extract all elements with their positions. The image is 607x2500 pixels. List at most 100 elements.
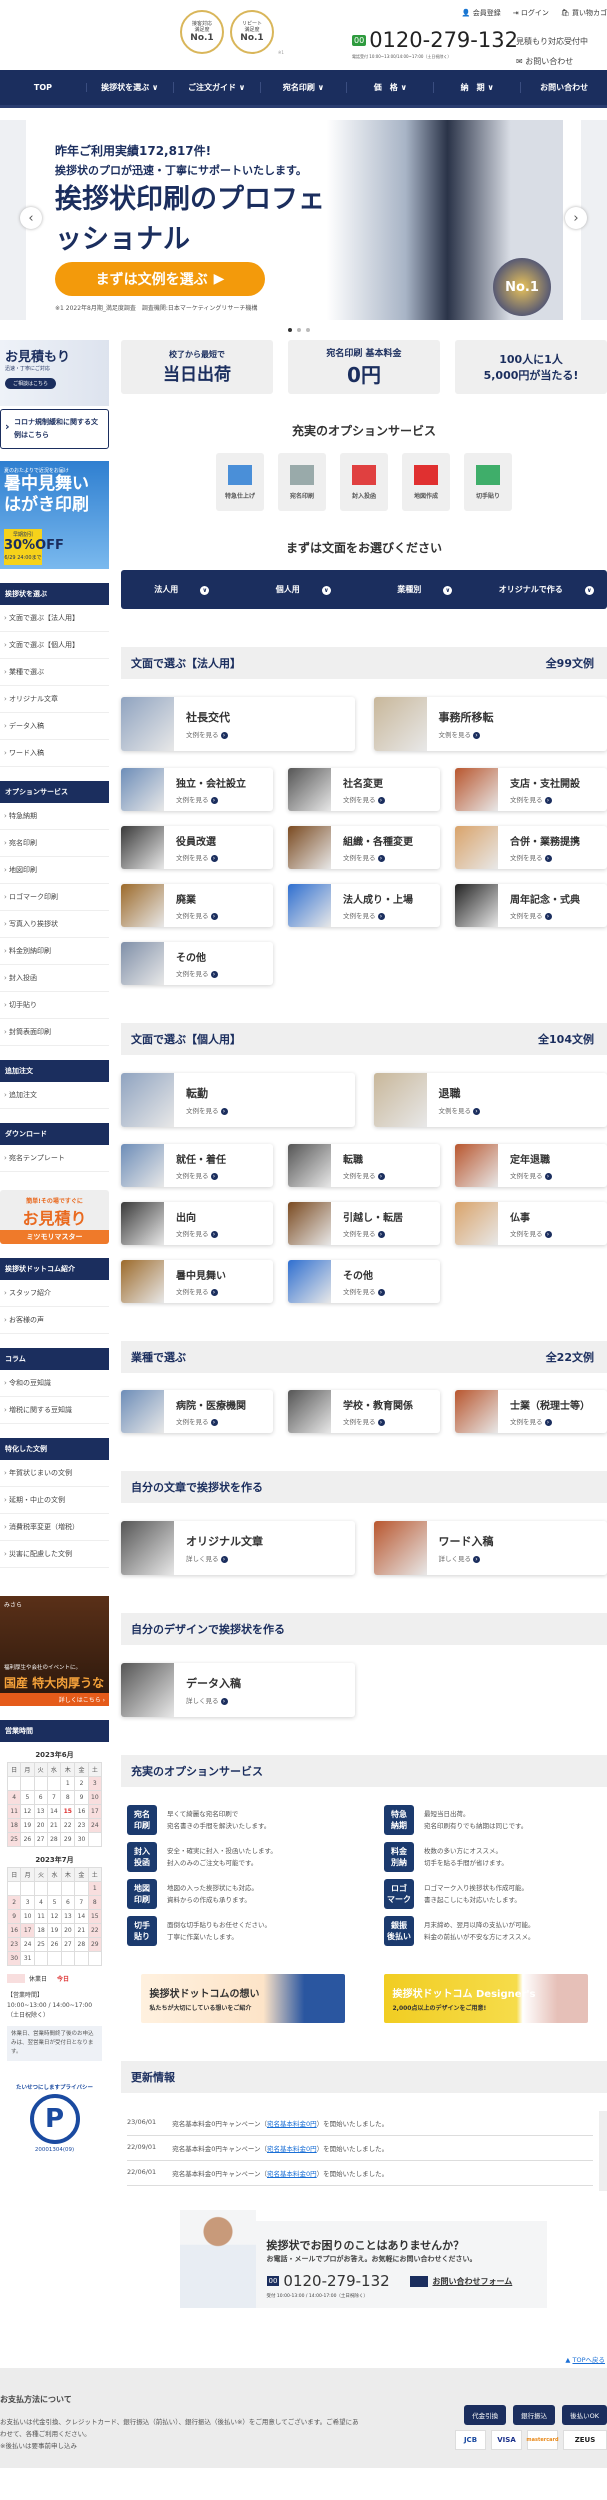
example-card[interactable]: 暑中見舞い 文例を見る xyxy=(121,1260,273,1303)
card-link[interactable]: 文例を見る xyxy=(343,1228,403,1238)
option-address-print[interactable]: 宛名印刷 xyxy=(278,453,326,511)
service-item[interactable]: 切手 貼り 面倒な切手貼りもお任せください。 丁寧に作業いたします。 xyxy=(127,1916,344,1946)
example-card[interactable]: 引越し・転居 文例を見る xyxy=(288,1202,440,1245)
example-card[interactable]: 組織・各種変更 文例を見る xyxy=(288,826,440,869)
card-link[interactable]: 文例を見る xyxy=(343,794,385,804)
tab-corporate[interactable]: 法人用 ∨ xyxy=(121,584,243,595)
sidebar-item[interactable]: 特急納期 xyxy=(0,803,109,830)
choose-example-button[interactable]: まずは文例を選ぶ ▶ xyxy=(55,262,265,296)
mitsumori-banner[interactable]: 簡単!その場ですぐに お見積り ミツモリマスター xyxy=(0,1190,109,1244)
chevron-right-icon[interactable]: › xyxy=(565,207,587,229)
sidebar-item[interactable]: 令和の豆知識 xyxy=(0,1370,109,1397)
register-link[interactable]: 👤 会員登録 xyxy=(462,8,501,18)
sidebar-item[interactable]: 封入投函 xyxy=(0,965,109,992)
covid-link[interactable]: コロナ規制緩和に関する文例はこちら xyxy=(0,409,109,449)
card-link[interactable]: 文例を見る xyxy=(186,729,230,739)
card-link[interactable]: 文例を見る xyxy=(176,1416,246,1426)
example-card[interactable]: 周年記念・式典 文例を見る xyxy=(455,884,607,927)
summer-banner[interactable]: 夏のおたよりで近況をお届け 暑中見舞いはがき印刷 早期割引 30%OFF 6/29 24… xyxy=(0,461,109,569)
example-card[interactable]: 事務所移転 文例を見る xyxy=(373,697,607,751)
card-link[interactable]: 文例を見る xyxy=(510,1228,552,1238)
card-link[interactable]: 文例を見る xyxy=(176,910,218,920)
sidebar-item[interactable]: 延期・中止の文例 xyxy=(0,1487,109,1514)
example-card[interactable]: 独立・会社設立 文例を見る xyxy=(121,768,273,811)
example-card[interactable]: 出向 文例を見る xyxy=(121,1202,273,1245)
estimate-banner[interactable]: お見積もり 迅速・丁寧にご対応 ご相談はこちら xyxy=(0,340,109,406)
option-stamp[interactable]: 切手貼り xyxy=(464,453,512,511)
example-card[interactable]: 合併・業務提携 文例を見る xyxy=(455,826,607,869)
card-link[interactable]: 文例を見る xyxy=(439,729,494,739)
card-link[interactable]: 文例を見る xyxy=(510,1170,552,1180)
sidebar-item[interactable]: 追加注文 xyxy=(0,1082,109,1109)
sidebar-item[interactable]: 年賀状じまいの文例 xyxy=(0,1460,109,1487)
nav-choose[interactable]: 挨拶状を選ぶ ∨ xyxy=(87,82,174,93)
service-item[interactable]: 特急 納期 最短当日出荷。 宛名印刷有りでも納期は同じです。 xyxy=(384,1805,601,1835)
sidebar-item[interactable]: 消費税率変更（増税） xyxy=(0,1514,109,1541)
option-truck[interactable]: 特急仕上げ xyxy=(216,453,264,511)
example-card[interactable]: 転職 文例を見る xyxy=(288,1144,440,1187)
sidebar-item[interactable]: データ入稿 xyxy=(0,713,109,740)
card-link[interactable]: 文例を見る xyxy=(343,1170,385,1180)
dot-3[interactable] xyxy=(306,328,310,332)
example-card[interactable]: 士業（税理士等） 文例を見る xyxy=(455,1390,607,1433)
card-link[interactable]: 文例を見る xyxy=(439,1105,481,1115)
example-card[interactable]: その他 文例を見る xyxy=(121,942,273,985)
card-link[interactable]: 文例を見る xyxy=(176,1170,226,1180)
card-link[interactable]: 文例を見る xyxy=(343,1286,385,1296)
contact-link[interactable]: ✉ お問い合わせ xyxy=(516,52,588,72)
sidebar-item[interactable]: 宛名テンプレート xyxy=(0,1145,109,1172)
philosophy-banner[interactable]: 挨拶状ドットコムの想い 私たちが大切にしている想いをご紹介 xyxy=(140,1974,345,2023)
card-link[interactable]: 文例を見る xyxy=(176,968,218,978)
dot-2[interactable] xyxy=(297,328,301,332)
example-card[interactable]: 法人成り・上場 文例を見る xyxy=(288,884,440,927)
back-to-top-link[interactable]: ▲ TOPへ戻る xyxy=(0,2354,607,2364)
sidebar-item[interactable]: 宛名印刷 xyxy=(0,830,109,857)
card-link[interactable]: 詳しく見る xyxy=(186,1553,263,1563)
sidebar-item[interactable]: 封筒表面印刷 xyxy=(0,1019,109,1046)
tab-industry[interactable]: 業種別 ∨ xyxy=(364,584,486,595)
nav-top[interactable]: TOP xyxy=(0,83,87,92)
sidebar-item[interactable]: 料金別納印刷 xyxy=(0,938,109,965)
chevron-left-icon[interactable]: ‹ xyxy=(20,207,42,229)
header-phone[interactable]: 00 0120-279-132 xyxy=(352,28,518,52)
news-list[interactable]: 23/06/01 宛名基本料金0円キャンペーン（宛名基本料金0円）を開始いたしまし… xyxy=(121,2111,607,2191)
sidebar-item[interactable]: スタッフ紹介 xyxy=(0,1280,109,1307)
sidebar-item[interactable]: 災害に配慮した文例 xyxy=(0,1541,109,1568)
card-link[interactable]: 文例を見る xyxy=(510,1416,590,1426)
designers-banner[interactable]: 挨拶状ドットコム Designer's 2,000点以上のデザインをご用意! xyxy=(383,1974,588,2023)
sidebar-item[interactable]: 増税に関する豆知識 xyxy=(0,1397,109,1424)
card-link[interactable]: 文例を見る xyxy=(510,910,580,920)
example-card[interactable]: ワード入稿 詳しく見る xyxy=(373,1521,607,1575)
example-card[interactable]: 退職 文例を見る xyxy=(373,1073,607,1127)
card-link[interactable]: 文例を見る xyxy=(343,852,413,862)
card-link[interactable]: 文例を見る xyxy=(343,910,413,920)
sidebar-item[interactable]: 文面で選ぶ【法人用】 xyxy=(0,605,109,632)
example-card[interactable]: 学校・教育関係 文例を見る xyxy=(288,1390,440,1433)
nav-delivery[interactable]: 納 期 ∨ xyxy=(434,82,522,93)
option-map[interactable]: 地図作成 xyxy=(402,453,450,511)
sidebar-item[interactable]: お客様の声 xyxy=(0,1307,109,1334)
example-card[interactable]: データ入稿 詳しく見る xyxy=(121,1663,355,1717)
nav-address[interactable]: 宛名印刷 ∨ xyxy=(261,82,348,93)
example-card[interactable]: 転勤 文例を見る xyxy=(121,1073,355,1127)
example-card[interactable]: 定年退職 文例を見る xyxy=(455,1144,607,1187)
card-link[interactable]: 文例を見る xyxy=(510,794,580,804)
example-card[interactable]: 支店・支社開設 文例を見る xyxy=(455,768,607,811)
example-card[interactable]: 役員改選 文例を見る xyxy=(121,826,273,869)
sidebar-item[interactable]: ロゴマーク印刷 xyxy=(0,884,109,911)
unagi-banner[interactable]: みさら福利厚生や会社のイベントに。国産 特大肉厚うなぎ詳しくはこちら › xyxy=(0,1596,109,1707)
card-link[interactable]: 文例を見る xyxy=(186,1105,228,1115)
card-link[interactable]: 詳しく見る xyxy=(186,1695,241,1705)
tab-original[interactable]: オリジナルで作る ∨ xyxy=(486,584,607,595)
card-link[interactable]: 文例を見る xyxy=(176,1228,218,1238)
service-item[interactable]: 銀振 後払い 月末締め、翌月以降の支払いが可能。 料金の前払いが不安な方にオススメ… xyxy=(384,1916,601,1946)
example-card[interactable]: 仏事 文例を見る xyxy=(455,1202,607,1245)
news-link[interactable]: 宛名基本料金0円 xyxy=(267,2170,317,2178)
news-link[interactable]: 宛名基本料金0円 xyxy=(267,2145,317,2153)
sidebar-item[interactable]: 文面で選ぶ【個人用】 xyxy=(0,632,109,659)
card-link[interactable]: 詳しく見る xyxy=(439,1553,494,1563)
example-card[interactable]: その他 文例を見る xyxy=(288,1260,440,1303)
privacy-mark-logo[interactable]: P xyxy=(29,2094,80,2144)
nav-price[interactable]: 価 格 ∨ xyxy=(347,82,435,93)
service-item[interactable]: 料金 別納 枚数の多い方にオススメ。 切手を貼る手間が省けます。 xyxy=(384,1842,601,1872)
